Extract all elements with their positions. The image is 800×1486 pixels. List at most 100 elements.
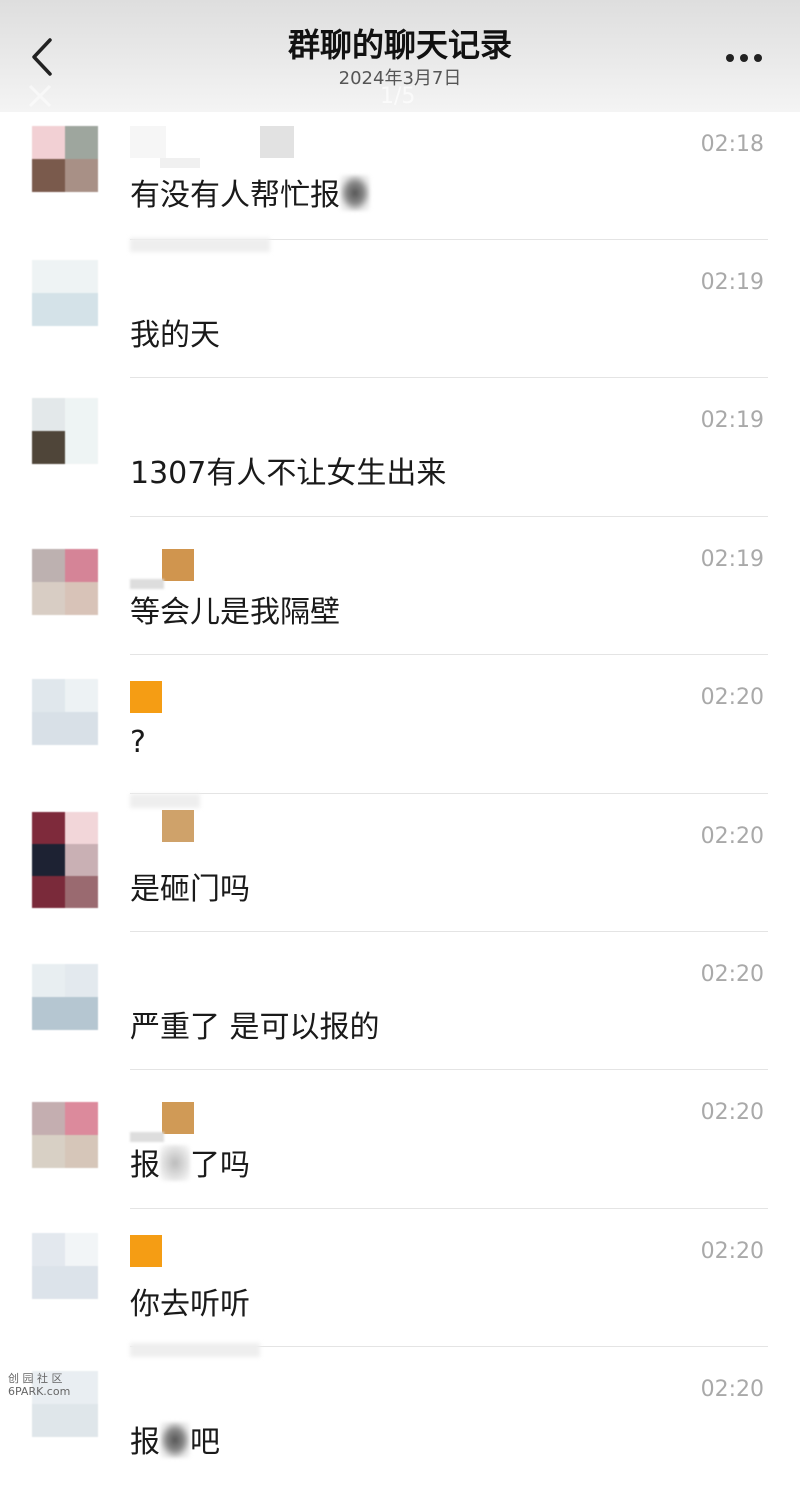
sender-name-redacted bbox=[130, 681, 350, 715]
message-text: 我的天 bbox=[130, 318, 220, 353]
avatar-tile bbox=[65, 963, 98, 997]
avatar-tile bbox=[65, 811, 98, 844]
avatar-tile bbox=[32, 159, 65, 192]
message-text: 是砸门吗 bbox=[130, 871, 250, 907]
message-text-part: 吧 bbox=[190, 1425, 220, 1461]
message-time: 02:20 bbox=[700, 1238, 764, 1264]
message-text: 报了吗 bbox=[130, 1140, 250, 1184]
avatar-tile bbox=[65, 260, 98, 293]
avatar-tile bbox=[32, 1404, 65, 1438]
message-text: 报吧 bbox=[130, 1417, 220, 1461]
message-text: 严重了 是可以报的 bbox=[130, 1009, 380, 1045]
message-time: 02:19 bbox=[700, 270, 764, 295]
sender-name-redacted bbox=[130, 793, 350, 842]
message-time: 02:19 bbox=[700, 546, 764, 572]
more-button[interactable] bbox=[716, 40, 776, 76]
list-item[interactable]: 02:20 是砸门吗 bbox=[0, 793, 800, 932]
avatar-tile bbox=[32, 431, 65, 465]
watermark-line: 创 园 社 区 bbox=[8, 1372, 63, 1385]
list-item[interactable]: 02:20 你去听听 bbox=[0, 1209, 800, 1348]
message-time: 02:20 bbox=[700, 1100, 764, 1126]
avatar-tile bbox=[65, 1135, 98, 1169]
sender-name-redacted bbox=[130, 126, 350, 168]
sender-name-redacted bbox=[130, 1343, 350, 1377]
avatar-tile bbox=[65, 581, 98, 615]
avatar-tile bbox=[32, 1102, 65, 1136]
sender-name-redacted bbox=[130, 548, 350, 589]
avatar bbox=[32, 398, 98, 465]
avatar-tile bbox=[32, 875, 65, 908]
message-time: 02:20 bbox=[700, 961, 764, 987]
avatar-tile bbox=[65, 875, 98, 908]
avatar-tile bbox=[65, 548, 98, 582]
page-title: 群聊的聊天记录 bbox=[287, 26, 512, 64]
avatar-tile bbox=[65, 1232, 98, 1266]
avatar-tile bbox=[65, 843, 98, 876]
avatar bbox=[32, 126, 98, 192]
avatar-tile bbox=[32, 996, 65, 1030]
avatar-tile bbox=[32, 712, 65, 746]
list-item[interactable]: 02:20 ? bbox=[0, 655, 800, 794]
avatar-tile bbox=[32, 398, 65, 432]
avatar-tile bbox=[65, 1102, 98, 1136]
message-text: 你去听听 bbox=[130, 1286, 250, 1322]
watermark: 创 园 社 区 6PARK.com bbox=[8, 1372, 70, 1398]
message-text: 有没有人帮忙报 bbox=[130, 170, 370, 214]
avatar bbox=[32, 260, 98, 326]
avatar-tile bbox=[32, 811, 65, 844]
avatar-tile bbox=[65, 431, 98, 465]
avatar-tile bbox=[32, 1265, 65, 1299]
avatar-tile bbox=[65, 1265, 98, 1299]
avatar-tile bbox=[32, 126, 65, 159]
sender-name-redacted bbox=[130, 1234, 350, 1269]
avatar-tile bbox=[65, 679, 98, 713]
message-list: 02:18 有没有人帮忙报 02:19 我的天 02:19 1307有人不让女生… bbox=[0, 100, 800, 1486]
sender-name-redacted bbox=[130, 1102, 350, 1143]
avatar-tile bbox=[32, 260, 65, 293]
avatar-tile bbox=[65, 293, 98, 326]
message-time: 02:19 bbox=[700, 408, 764, 434]
avatar-tile bbox=[32, 1232, 65, 1266]
avatar-tile bbox=[32, 1135, 65, 1169]
message-text-part: 了吗 bbox=[190, 1148, 250, 1184]
avatar-tile bbox=[65, 1404, 98, 1438]
list-item[interactable]: 02:19 1307有人不让女生出来 bbox=[0, 378, 800, 517]
list-item[interactable]: 02:20 报吧 bbox=[0, 1343, 800, 1485]
avatar-tile bbox=[32, 581, 65, 615]
header-bar: 1/5 群聊的聊天记录 2024年3月7日 bbox=[0, 0, 800, 112]
avatar-tile bbox=[65, 126, 98, 159]
list-item[interactable]: 02:20 报了吗 bbox=[0, 1070, 800, 1209]
message-time: 02:20 bbox=[700, 685, 764, 711]
avatar-tile bbox=[32, 548, 65, 582]
message-time: 02:20 bbox=[700, 823, 764, 849]
avatar-tile bbox=[32, 679, 65, 713]
avatar bbox=[32, 963, 98, 1030]
watermark-line: 6PARK.com bbox=[8, 1385, 71, 1398]
avatar-tile bbox=[32, 843, 65, 876]
avatar bbox=[32, 811, 98, 908]
message-text: 等会儿是我隔壁 bbox=[130, 594, 340, 630]
avatar-tile bbox=[32, 293, 65, 326]
message-time: 02:20 bbox=[700, 1377, 764, 1403]
avatar bbox=[32, 548, 98, 615]
avatar-tile bbox=[65, 712, 98, 746]
avatar-tile bbox=[65, 159, 98, 192]
avatar-tile bbox=[65, 398, 98, 432]
redaction-mark bbox=[340, 175, 370, 211]
message-text-part: 报 bbox=[130, 1148, 160, 1184]
avatar bbox=[32, 679, 98, 746]
avatar-tile bbox=[65, 996, 98, 1030]
avatar-tile bbox=[32, 963, 65, 997]
list-item[interactable]: 02:18 有没有人帮忙报 bbox=[0, 100, 800, 240]
more-icon bbox=[726, 54, 762, 62]
message-time: 02:18 bbox=[700, 132, 764, 157]
message-text: ? bbox=[130, 725, 146, 761]
list-item[interactable]: 02:19 我的天 bbox=[0, 238, 800, 379]
list-item[interactable]: 02:19 等会儿是我隔壁 bbox=[0, 517, 800, 656]
sender-name-redacted bbox=[130, 238, 350, 272]
avatar bbox=[32, 1102, 98, 1169]
list-item[interactable]: 02:20 严重了 是可以报的 bbox=[0, 932, 800, 1071]
redaction-mark bbox=[160, 1145, 190, 1182]
page-date: 2024年3月7日 bbox=[338, 68, 462, 89]
message-text: 1307有人不让女生出来 bbox=[130, 456, 447, 492]
